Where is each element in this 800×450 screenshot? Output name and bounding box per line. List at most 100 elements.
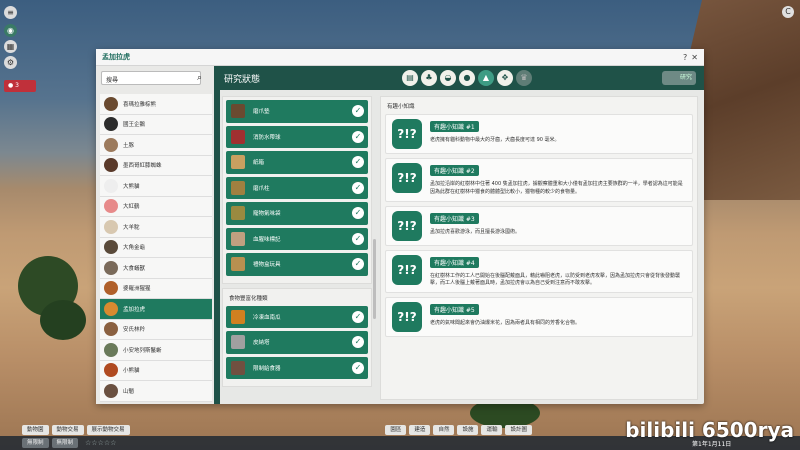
- enrichment-item-icon: [231, 206, 245, 221]
- animal-list-item[interactable]: 大紅鶴: [100, 196, 212, 217]
- trophy-icon[interactable]: ♛: [516, 70, 532, 86]
- research-button[interactable]: 研究: [662, 71, 696, 85]
- enrichment-item-icon: [231, 309, 245, 324]
- animal-name: 小安地列斯鬣蜥: [123, 347, 162, 354]
- fun-fact-text: 孟加拉沿岸的紅樹林中住著 400 隻孟加拉虎，據觀察體重和大小僅有孟加拉虎主要族…: [430, 181, 683, 195]
- animal-list-item[interactable]: 土豚: [100, 135, 212, 156]
- mountain-icon[interactable]: ▲: [478, 70, 494, 86]
- enrichment-item[interactable]: 血腥味標記 ✓: [226, 227, 368, 250]
- enrichment-item[interactable]: 磨爪柱 ✓: [226, 176, 368, 199]
- enrichment-item-label: 禮物盒玩具: [253, 262, 281, 269]
- calendar-icon[interactable]: ▦: [4, 40, 17, 53]
- search-icon[interactable]: ⌕: [197, 73, 202, 83]
- animal-avatar-icon: [104, 178, 118, 193]
- animal-list-item[interactable]: 大熊貓: [100, 176, 212, 197]
- checkmark-icon: ✓: [352, 181, 364, 194]
- checkmark-icon: ✓: [352, 336, 364, 348]
- enrichment-scrollbar[interactable]: [373, 239, 376, 319]
- animal-avatar-icon: [104, 158, 118, 173]
- animal-list-item[interactable]: 墨西哥紅膝蜘蛛: [100, 155, 212, 176]
- top-right-icon[interactable]: C: [782, 6, 794, 18]
- facilities-button[interactable]: 設施: [457, 424, 479, 435]
- animal-list-item[interactable]: 大食蟻獸: [100, 258, 212, 279]
- enrichment-item-icon: [231, 155, 245, 170]
- checkmark-icon: ✓: [352, 207, 364, 219]
- fun-fact-title: 有趣小知識 #4: [430, 256, 479, 268]
- animal-name: 孟加拉虎: [123, 306, 146, 313]
- search-input[interactable]: 搜尋: [101, 71, 201, 85]
- build-button[interactable]: 建造: [409, 424, 431, 435]
- checkmark-icon: ✓: [352, 258, 364, 270]
- transport-button[interactable]: 運輸: [481, 424, 503, 435]
- food-enrichment-group: 食物豐富化種類 冷凍血南瓜 ✓ 皮納塔 ✓ 限制給食器 ✓: [222, 287, 372, 387]
- fun-fact-title: 有趣小知識 #5: [430, 304, 479, 315]
- zoo-button[interactable]: 動物園: [22, 424, 49, 435]
- animal-avatar-icon: [104, 240, 118, 255]
- enrichment-item[interactable]: 限制給食器 ✓: [226, 356, 368, 379]
- animal-trade-button[interactable]: 動物交易: [51, 424, 84, 435]
- food-bag-icon[interactable]: ◒: [440, 70, 456, 86]
- animal-list[interactable]: 喜瑪拉雅棕熊 國王企鵝 土豚墨西哥紅膝蜘蛛大熊貓大紅鶴大羊駝大角金龜大食蟻獸 婆羅洲猩…: [100, 94, 212, 404]
- help-button[interactable]: ?: [683, 53, 687, 62]
- fun-fact-text: 孟加拉虎喜歡游泳，而且擅長游泳國術。: [430, 228, 521, 235]
- enrichment-item-icon: [231, 231, 245, 246]
- checkmark-icon: ✓: [352, 156, 364, 168]
- fun-fact-text: 老虎擁有貓科動物中最大的牙齒，犬齒長度可達 90 毫米。: [430, 137, 560, 143]
- alert-badge[interactable]: ● 3: [4, 80, 36, 92]
- enrichment-item[interactable]: 皮納塔 ✓: [226, 331, 368, 354]
- animal-list-item[interactable]: 婆羅洲猩猩: [100, 278, 212, 299]
- enrichment-item-icon: [231, 335, 245, 350]
- egg-icon[interactable]: ●: [459, 70, 475, 86]
- blueprint-button[interactable]: 設計圖: [505, 424, 532, 435]
- enrichment-group: 磨爪墊 ✓ 消防水帶球 ✓ 紙箱 ✓ 磨爪柱 ✓ 寵物氣味袋 ✓ 血腥味標記 ✓ 禮物盒玩具 ✓: [222, 96, 372, 284]
- enrichment-item[interactable]: 磨爪墊 ✓: [226, 100, 368, 123]
- animal-name: 大紅鶴: [123, 204, 140, 211]
- close-button[interactable]: ✕: [691, 53, 698, 62]
- animal-avatar-icon: [104, 342, 118, 357]
- fun-fact-card: ?!? 有趣小知識 #1 老虎擁有貓科動物中最大的牙齒，犬齒長度可達 90 毫米。: [385, 114, 693, 154]
- animal-list-item[interactable]: 孟加拉虎: [100, 299, 212, 320]
- animal-avatar-icon: [104, 260, 118, 275]
- enrichment-item-icon: [231, 257, 245, 272]
- checkmark-icon: ✓: [352, 232, 364, 245]
- animal-list-item[interactable]: 國王企鵝: [100, 114, 212, 135]
- menu-icon[interactable]: ≡: [4, 6, 17, 19]
- enrichment-item[interactable]: 紙箱 ✓: [226, 151, 368, 174]
- animal-avatar-icon: [104, 219, 118, 234]
- checkmark-icon: ✓: [352, 310, 364, 323]
- park-button[interactable]: 園區: [385, 424, 407, 435]
- enrichment-item[interactable]: 消防水帶球 ✓: [226, 125, 368, 148]
- tab-zoo-icon[interactable]: ◉: [4, 24, 17, 37]
- enrichment-item-label: 限制給食器: [253, 365, 281, 372]
- book-icon[interactable]: ▤: [402, 70, 418, 86]
- settings-icon[interactable]: ⚙: [4, 56, 17, 69]
- food-group-title: 食物豐富化種類: [229, 295, 268, 302]
- animal-avatar-icon: [104, 301, 118, 316]
- animal-name: 大羊駝: [123, 224, 140, 231]
- tree-icon[interactable]: ♣: [421, 70, 437, 86]
- nature-button[interactable]: 自然: [433, 424, 455, 435]
- trade-showcase-button[interactable]: 展示動物交易: [86, 424, 130, 435]
- enrichment-item[interactable]: 冷凍血南瓜 ✓: [226, 305, 368, 328]
- enrichment-item-label: 皮納塔: [253, 340, 270, 347]
- research-header: 研究狀態 ▤ ♣ ◒ ● ▲ ✥ ♛ 研究: [214, 66, 704, 90]
- animal-list-item[interactable]: 小安地列斯鬣蜥: [100, 340, 212, 361]
- animal-list-item[interactable]: 大羊駝: [100, 217, 212, 238]
- paw-icon[interactable]: ✥: [497, 70, 513, 86]
- animal-avatar-icon: [104, 363, 118, 378]
- research-title: 研究狀態: [224, 74, 261, 85]
- animal-list-item[interactable]: 安氏林羚: [100, 319, 212, 340]
- enrichment-column: 磨爪墊 ✓ 消防水帶球 ✓ 紙箱 ✓ 磨爪柱 ✓ 寵物氣味袋 ✓ 血腥味標記 ✓ 禮物盒玩具 ✓ 食物豐富…: [222, 96, 372, 400]
- animal-avatar-icon: [104, 117, 118, 132]
- animal-name: 大角金龜: [123, 245, 146, 252]
- enrichment-item[interactable]: 禮物盒玩具 ✓: [226, 253, 368, 276]
- animal-name: 墨西哥紅膝蜘蛛: [123, 163, 162, 170]
- animal-list-item[interactable]: 小熊貓: [100, 360, 212, 381]
- enrichment-item[interactable]: 寵物氣味袋 ✓: [226, 202, 368, 225]
- animal-avatar-icon: [104, 96, 118, 111]
- animal-list-item[interactable]: 大角金龜: [100, 237, 212, 258]
- zoo-rating-stars: ☆☆☆☆☆: [85, 439, 117, 447]
- animal-list-item[interactable]: 喜瑪拉雅棕熊: [100, 94, 212, 115]
- research-tabs: ▤ ♣ ◒ ● ▲ ✥ ♛: [402, 70, 532, 86]
- animal-list-item[interactable]: 山魈: [100, 381, 212, 402]
